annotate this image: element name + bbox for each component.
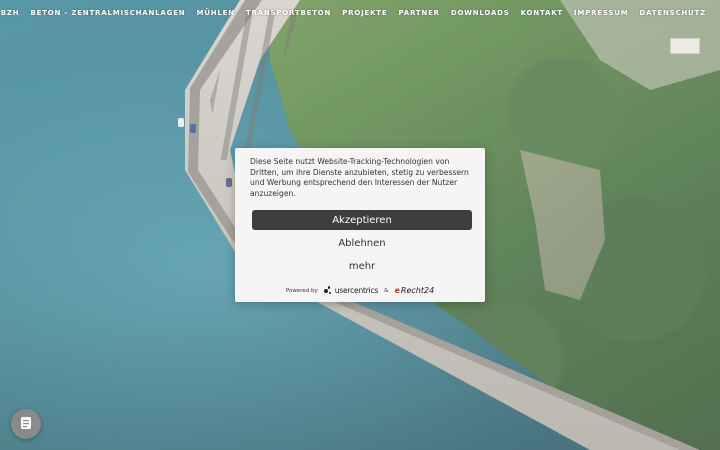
consent-text: Diese Seite nutzt Website-Tracking-Techn… [250,157,469,198]
erecht24-e: e [394,286,400,295]
usercentrics-label: usercentrics [334,286,379,295]
deny-button[interactable]: Ablehnen [252,233,472,253]
usercentrics-logo[interactable]: usercentrics [323,286,379,295]
consent-settings-button[interactable] [11,409,41,439]
powered-by: Powered by usercentrics & e Recht24 [235,286,485,295]
consent-dialog: Diese Seite nutzt Website-Tracking-Techn… [235,148,485,302]
consent-settings-icon [19,415,33,434]
erecht24-logo[interactable]: e Recht24 [394,286,434,295]
usercentrics-dots-icon [323,286,333,295]
erecht24-label: Recht24 [400,286,435,295]
more-button[interactable]: mehr [252,256,472,276]
ampersand: & [384,287,389,294]
powered-by-label: Powered by [285,287,318,294]
accept-button[interactable]: Akzeptieren [252,210,472,231]
